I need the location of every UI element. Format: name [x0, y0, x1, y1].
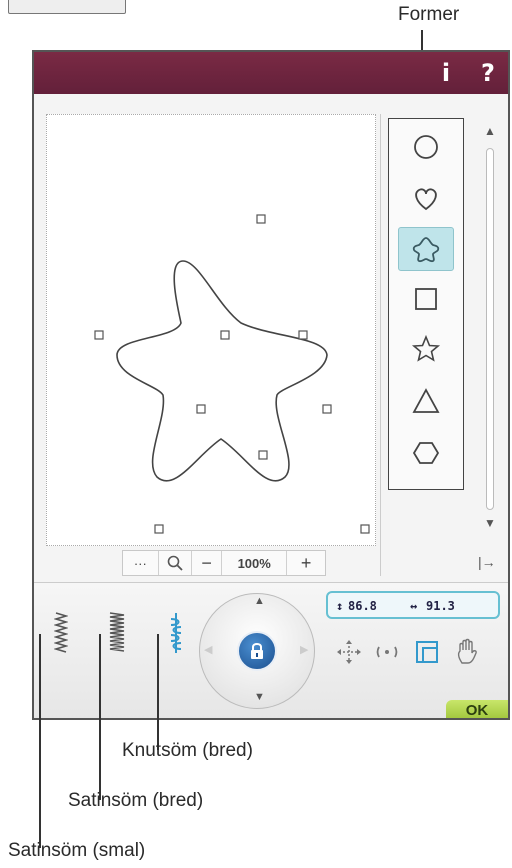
pan-hand-icon[interactable]	[454, 637, 482, 665]
title-bar: i ?	[34, 52, 508, 94]
help-button[interactable]: ?	[472, 56, 504, 90]
rotate-icon[interactable]	[374, 639, 400, 665]
panel-divider	[380, 114, 381, 576]
resize-handle-left	[94, 330, 104, 340]
circle-shape-button[interactable]	[398, 125, 454, 169]
resize-handle-top	[256, 214, 266, 224]
node-handle	[220, 330, 230, 340]
leader-line-satin-smal	[39, 634, 41, 848]
ok-button[interactable]: OK	[446, 700, 508, 718]
resize-handle-bottom-right	[360, 524, 370, 534]
height-icon: ↕	[336, 599, 344, 613]
nav-up-arrow[interactable]: ▲	[254, 595, 265, 607]
design-canvas[interactable]	[46, 114, 376, 546]
width-icon: ↔	[410, 599, 418, 613]
move-to-end-icon[interactable]: |→	[478, 554, 496, 570]
star-shape-preview	[94, 214, 370, 534]
more-options-button[interactable]: ···	[123, 551, 159, 575]
knot-stitch-icon[interactable]	[168, 611, 184, 655]
zoom-bar: ··· − 100% +	[122, 550, 326, 576]
width-value: 91.3	[426, 599, 455, 613]
star-shape-button[interactable]	[398, 327, 454, 371]
leader-line-satin-bred	[99, 634, 101, 800]
nav-right-arrow[interactable]: ▶	[300, 643, 308, 656]
square-icon	[415, 288, 437, 310]
shapes-panel	[388, 118, 464, 490]
scale-icon[interactable]	[414, 639, 440, 665]
annotation-satinsom-bred: Satinsöm (bred)	[68, 790, 204, 811]
heart-shape-button[interactable]	[398, 177, 454, 221]
lock-icon	[251, 643, 263, 659]
zoom-in-button[interactable]: +	[287, 551, 325, 575]
flower-icon	[412, 237, 440, 263]
info-button[interactable]: i	[430, 56, 462, 90]
zoom-out-button[interactable]: −	[192, 551, 223, 575]
annotation-knutsom: Knutsöm (bred)	[122, 740, 253, 761]
heart-icon	[415, 188, 437, 211]
square-shape-button[interactable]	[398, 277, 454, 321]
satin-wide-stitch-icon[interactable]	[108, 611, 126, 655]
node-handle	[258, 450, 268, 460]
resize-handle-bottom-left	[154, 524, 164, 534]
hexagon-icon	[412, 442, 440, 464]
sewing-machine-screen: i ? ▲ ▼ |→ ··· − 100% + ▲ ▼ ◀ ▶ ↕ 86.8 ↔…	[32, 50, 510, 720]
hexagon-shape-button[interactable]	[398, 431, 454, 475]
nav-down-arrow[interactable]: ▼	[254, 691, 265, 703]
position-readout: ↕ 86.8 ↔ 91.3	[326, 591, 500, 619]
annotation-former: Former	[398, 4, 460, 25]
center-lock-button[interactable]	[237, 631, 277, 671]
star-icon	[411, 334, 441, 362]
circle-icon	[414, 135, 438, 159]
flower-shape-button[interactable]	[398, 227, 454, 271]
leader-line-knutsom	[157, 634, 159, 750]
satin-narrow-stitch-icon[interactable]	[54, 611, 68, 655]
nav-left-arrow[interactable]: ◀	[204, 643, 212, 656]
scroll-up-arrow[interactable]: ▲	[484, 124, 496, 138]
node-handle	[196, 404, 206, 414]
magnifier-icon	[167, 555, 183, 571]
zoom-search-button[interactable]	[159, 551, 193, 575]
annotation-satinsom-smal: Satinsöm (smal)	[8, 840, 146, 861]
move-icon[interactable]	[336, 639, 362, 665]
zoom-level: 100%	[222, 551, 288, 575]
triangle-shape-button[interactable]	[398, 379, 454, 423]
triangle-icon	[412, 388, 440, 413]
cropped-top-control	[8, 0, 126, 14]
scroll-down-arrow[interactable]: ▼	[484, 516, 496, 530]
height-value: 86.8	[348, 599, 377, 613]
node-handle	[322, 404, 332, 414]
control-panel: ▲ ▼ ◀ ▶ ↕ 86.8 ↔ 91.3	[34, 582, 508, 718]
node-handle	[298, 330, 308, 340]
scrollbar-track[interactable]	[486, 148, 494, 510]
